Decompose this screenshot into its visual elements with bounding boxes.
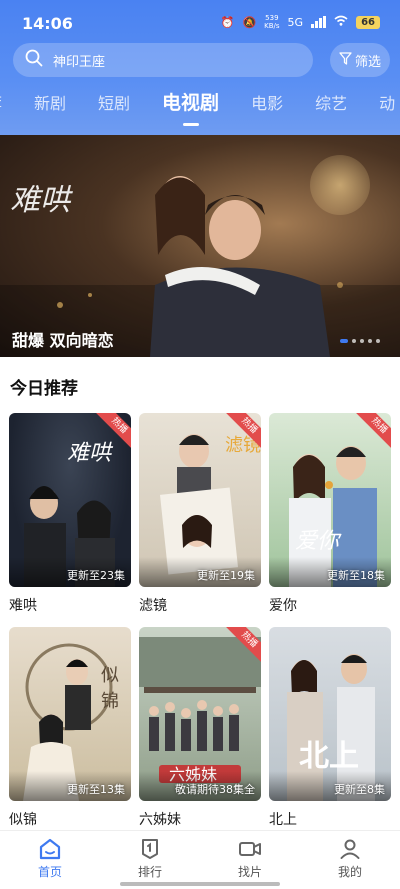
episode-status: 更新至8集 [334, 783, 385, 796]
nav-home-label: 首页 [37, 865, 62, 879]
drama-card-beishang[interactable]: 北上 更新至8集 北上 [269, 627, 391, 829]
poster-title: 似锦 [101, 665, 119, 712]
profile-icon [340, 839, 360, 859]
tab-variety[interactable]: 综艺 [315, 90, 347, 120]
nav-profile[interactable]: 我的 [300, 831, 400, 889]
carousel-dot[interactable] [340, 339, 348, 343]
nav-rank[interactable]: 排行 [100, 831, 200, 889]
poster: 似锦 更新至13集 [9, 627, 131, 801]
drama-card-aini[interactable]: 爱你 热播 更新至18集 爱你 [269, 413, 391, 615]
carousel-dot[interactable] [352, 339, 356, 343]
category-tabs: 荐 新剧 短剧 电视剧 电影 综艺 动 [0, 88, 400, 126]
signal-icon [311, 16, 327, 28]
episode-status: 更新至23集 [67, 569, 125, 582]
search-icon [25, 49, 43, 71]
drama-title: 六姊妹 [139, 812, 181, 828]
rank-icon [142, 839, 158, 859]
poster: 难哄 热播 更新至23集 [9, 413, 131, 587]
banner-light [310, 155, 370, 215]
tab-movie[interactable]: 电影 [251, 90, 283, 120]
drama-card-lvjing[interactable]: 滤镜 热播 更新至19集 滤镜 [139, 413, 261, 615]
search-placeholder: 神印王座 [53, 54, 106, 70]
filter-label: 筛选 [354, 54, 381, 70]
poster: 滤镜 热播 更新至19集 [139, 413, 261, 587]
network-speed: 539 KB/s [264, 14, 280, 30]
signal-label: 5G [287, 15, 304, 29]
poster-title: 爱你 [295, 529, 340, 554]
drama-title: 似锦 [9, 812, 37, 828]
nav-profile-label: 我的 [337, 865, 362, 879]
home-icon [39, 838, 61, 860]
status-bar: 14:06 ⏰ 🔕 539 KB/s 5G 66 [0, 0, 400, 44]
nav-home[interactable]: 首页 [0, 831, 100, 889]
bottom-nav: 首页 排行 找片 我的 [0, 830, 400, 889]
tab-anime[interactable]: 动 [379, 90, 395, 120]
carousel-dot[interactable] [368, 339, 372, 343]
funnel-icon [339, 51, 352, 69]
tab-short-drama[interactable]: 短剧 [98, 90, 130, 120]
banner-caption: 甜爆 双向暗恋 [12, 331, 114, 350]
video-icon [239, 842, 261, 856]
poster-title: 难哄 [67, 441, 112, 466]
poster: 六姊妹 热播 敬请期待38集全 [139, 627, 261, 801]
carousel-dot[interactable] [360, 339, 364, 343]
section-title: 今日推荐 [10, 379, 78, 399]
drama-title: 难哄 [9, 598, 37, 614]
drama-title: 滤镜 [139, 598, 167, 614]
drama-card-liuzimei[interactable]: 六姊妹 热播 敬请期待38集全 六姊妹 [139, 627, 261, 829]
status-time: 14:06 [22, 14, 73, 33]
carousel-dots[interactable] [340, 339, 380, 343]
episode-status: 更新至18集 [327, 569, 385, 582]
poster: 北上 更新至8集 [269, 627, 391, 801]
episode-status: 敬请期待38集全 [175, 783, 255, 796]
filter-button[interactable]: 筛选 [330, 43, 390, 77]
alarm-icon: ⏰ [220, 15, 235, 29]
header: 14:06 ⏰ 🔕 539 KB/s 5G 66 神印王座 筛选 荐 [0, 0, 400, 135]
nav-rank-label: 排行 [137, 865, 162, 879]
search-bar[interactable]: 神印王座 [13, 43, 313, 77]
battery-icon: 66 [356, 15, 380, 29]
nav-find-label: 找片 [237, 865, 262, 879]
drama-card-sijin[interactable]: 似锦 更新至13集 似锦 [9, 627, 131, 829]
hero-banner[interactable]: 难哄 甜爆 双向暗恋 [0, 135, 400, 357]
mute-icon: 🔕 [242, 15, 257, 29]
episode-status: 更新至13集 [67, 783, 125, 796]
wifi-icon [334, 15, 348, 29]
episode-status: 更新至19集 [197, 569, 255, 582]
drama-title: 爱你 [269, 598, 297, 614]
tab-recommend[interactable]: 荐 [0, 90, 2, 120]
tab-tv-series[interactable]: 电视剧 [162, 88, 219, 126]
nav-find[interactable]: 找片 [200, 831, 300, 889]
status-icons: ⏰ 🔕 539 KB/s 5G 66 [221, 14, 380, 30]
tab-new-drama[interactable]: 新剧 [34, 90, 66, 120]
drama-title: 北上 [269, 812, 297, 828]
carousel-dot[interactable] [376, 339, 380, 343]
gesture-bar[interactable] [120, 882, 280, 886]
banner-logo: 难哄 [10, 183, 70, 218]
poster-title: 北上 [299, 739, 359, 774]
drama-card-nanhong[interactable]: 难哄 热播 更新至23集 难哄 [9, 413, 131, 615]
poster: 爱你 热播 更新至18集 [269, 413, 391, 587]
